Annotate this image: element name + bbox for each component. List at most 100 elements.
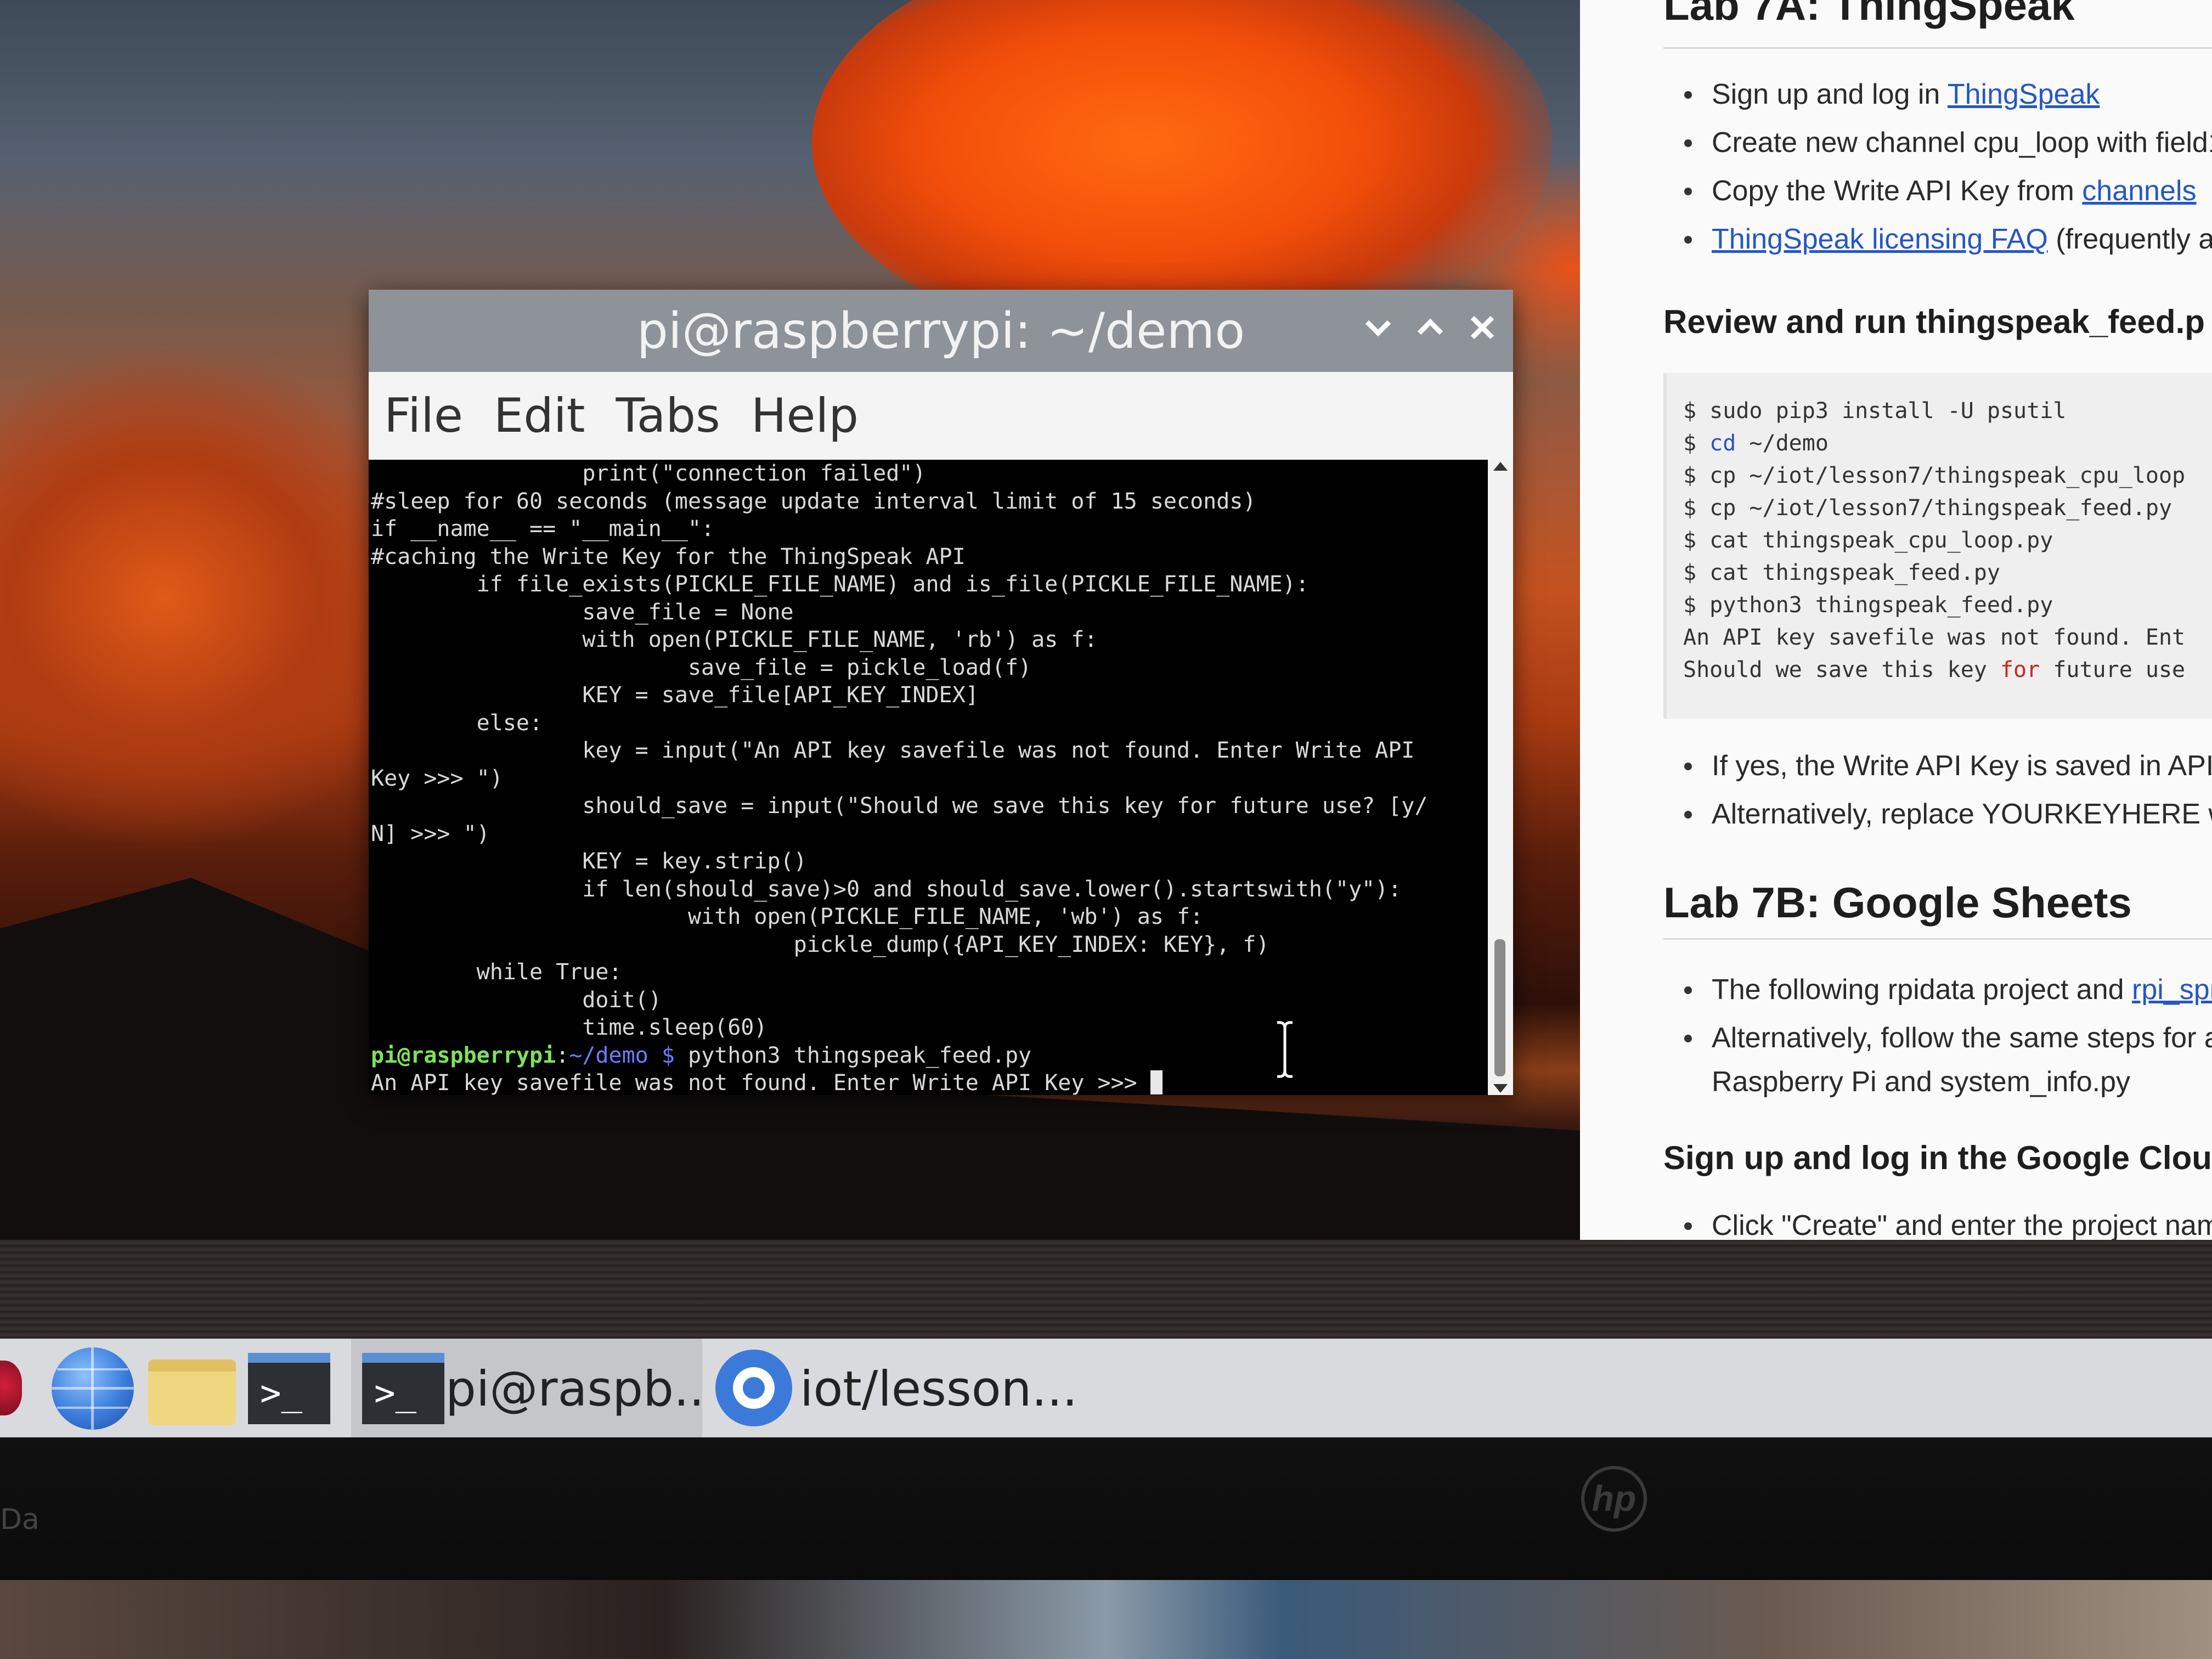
item-text: Sign up and log in xyxy=(1712,78,1948,110)
heading-lab7a: Lab 7A: ThingSpeak xyxy=(1663,0,2075,29)
taskbar-task-terminal[interactable]: >_ pi@raspb... xyxy=(351,1339,720,1437)
heading-signup-google: Sign up and log in the Google Clou xyxy=(1663,1139,2212,1176)
code-line: pickle_dump({API_KEY_INDEX: KEY}, f) xyxy=(371,932,1269,957)
menu-tabs[interactable]: Tabs xyxy=(616,388,720,443)
terminal-output[interactable]: print("connection failed") #sleep for 60… xyxy=(369,460,1488,1095)
terminal-text: print("connection failed") #sleep for 60… xyxy=(371,461,1428,1095)
chromium-icon xyxy=(715,1350,792,1426)
room-background xyxy=(0,1580,2212,1659)
terminal-window[interactable]: pi@raspberrypi: ~/demo File Edit Tabs He… xyxy=(369,290,1513,1095)
code-line: time.sleep(60) xyxy=(371,1015,768,1040)
close-icon xyxy=(1470,315,1494,340)
list-item-continuation: Raspberry Pi and system_info.py xyxy=(1712,1066,2131,1098)
list-item: Copy the Write API Key from channels xyxy=(1684,167,2212,215)
list-item: The following rpidata project and rpi_sp… xyxy=(1684,966,2212,1014)
heading-rule xyxy=(1663,47,2212,49)
heading-lab7b: Lab 7B: Google Sheets xyxy=(1663,878,2132,927)
licensing-faq-link[interactable]: ThingSpeak licensing FAQ xyxy=(1712,223,2048,255)
code-block-text: $ sudo pip3 install -U psutil $ cd ~/dem… xyxy=(1683,398,2186,682)
file-manager-icon[interactable] xyxy=(148,1359,236,1425)
review-list: If yes, the Write API Key is saved in AP… xyxy=(1684,742,2212,838)
item-text: Alternatively, follow the same steps for… xyxy=(1712,1022,2212,1054)
prompt-user-host: pi@raspberrypi xyxy=(371,1042,556,1068)
terminal-prompt-glyph: >_ xyxy=(374,1373,417,1414)
item-text: Copy the Write API Key from xyxy=(1712,175,2083,207)
terminal-icon: >_ xyxy=(362,1353,444,1424)
window-title: pi@raspberrypi: ~/demo xyxy=(636,302,1245,360)
raspberry-menu-icon[interactable] xyxy=(0,1361,22,1415)
close-button[interactable] xyxy=(1460,307,1504,351)
taskbar-task-browser[interactable]: iot/lesson... xyxy=(708,1339,1092,1437)
globe-line xyxy=(57,1407,128,1409)
taskbar: >_ >_ pi@raspb... iot/lesson... xyxy=(0,1339,2212,1437)
list-item: Sign up and log in ThingSpeak xyxy=(1684,70,2212,119)
code-line: Key >>> ") xyxy=(371,765,503,791)
chevron-down-icon xyxy=(1365,320,1391,337)
code-line: else: xyxy=(371,710,543,736)
code-line: with open(PICKLE_FILE_NAME, 'rb') as f: xyxy=(371,627,1098,652)
code-line: while True: xyxy=(371,960,622,985)
globe-line xyxy=(57,1368,128,1370)
text-cursor xyxy=(1150,1070,1163,1094)
ibeam-cursor-icon xyxy=(1277,1021,1293,1078)
output-line: An API key savefile was not found. Enter… xyxy=(371,1070,1150,1095)
scroll-down-arrow-icon[interactable] xyxy=(1493,1084,1508,1093)
task-label: iot/lesson... xyxy=(800,1361,1078,1417)
code-line: #sleep for 60 seconds (message update in… xyxy=(371,488,1256,514)
channels-link[interactable]: channels xyxy=(2082,175,2196,207)
rpi-spreadsheet-link[interactable]: rpi_sprea xyxy=(2132,974,2212,1006)
chevron-up-icon xyxy=(1417,318,1443,335)
code-line: N] >>> ") xyxy=(371,821,490,847)
code-line: KEY = save_file[API_KEY_INDEX] xyxy=(371,682,979,708)
task-label: pi@raspb... xyxy=(445,1361,720,1417)
chromium-icon-ring xyxy=(733,1367,775,1409)
bezel-label: Da xyxy=(0,1503,40,1536)
browser-content-pane[interactable]: Lab 7A: ThingSpeak Sign up and log in Th… xyxy=(1580,0,2212,1240)
monitor-bezel xyxy=(0,1437,2212,1602)
code-line: if len(should_save)>0 and should_save.lo… xyxy=(371,876,1402,902)
list-item: Alternatively, follow the same steps for… xyxy=(1684,1014,2212,1062)
scroll-thumb[interactable] xyxy=(1494,939,1505,1076)
prompt-path: ~/demo $ xyxy=(569,1042,675,1068)
list-item: If yes, the Write API Key is saved in AP… xyxy=(1684,742,2212,790)
code-line: save_file = pickle_load(f) xyxy=(371,654,1032,680)
code-line: save_file = None xyxy=(371,599,794,625)
terminal-icon[interactable]: >_ xyxy=(248,1353,330,1424)
thingspeak-link[interactable]: ThingSpeak xyxy=(1948,78,2100,110)
prompt-command: python3 thingspeak_feed.py xyxy=(674,1042,1032,1068)
web-browser-icon[interactable] xyxy=(52,1347,134,1430)
lab7a-list: Sign up and log in ThingSpeak Create new… xyxy=(1684,70,2212,263)
code-block: $ sudo pip3 install -U psutil $ cd ~/dem… xyxy=(1663,373,2212,719)
menu-help[interactable]: Help xyxy=(751,388,859,443)
terminal-titlebar[interactable]: pi@raspberrypi: ~/demo xyxy=(369,290,1513,372)
code-line: doit() xyxy=(371,987,662,1013)
item-text: (frequently ask xyxy=(2056,223,2212,255)
menu-edit[interactable]: Edit xyxy=(494,388,585,443)
lab7b-list: The following rpidata project and rpi_sp… xyxy=(1684,966,2212,1102)
code-line: with open(PICKLE_FILE_NAME, 'wb') as f: xyxy=(371,904,1204,929)
code-line: key = input("An API key savefile was not… xyxy=(371,738,1415,763)
chromium-icon-center xyxy=(743,1377,765,1399)
menu-file[interactable]: File xyxy=(384,388,463,443)
globe-line xyxy=(91,1347,94,1430)
list-item: Create new channel cpu_loop with field1 … xyxy=(1684,119,2212,167)
minimize-button[interactable] xyxy=(1356,307,1400,351)
list-item: Alternatively, replace YOURKEYHERE wit xyxy=(1684,790,2212,838)
wallpaper-water xyxy=(0,1240,2212,1339)
code-line: should_save = input("Should we save this… xyxy=(371,793,1428,819)
scroll-up-arrow-icon[interactable] xyxy=(1493,462,1508,471)
heading-rule xyxy=(1663,938,2212,940)
heading-review-run: Review and run thingspeak_feed.p xyxy=(1663,303,2205,340)
code-line: if __name__ == "__main__": xyxy=(371,516,715,541)
code-line: print("connection failed") xyxy=(371,461,926,486)
code-line: #caching the Write Key for the ThingSpea… xyxy=(371,544,966,569)
terminal-scrollbar[interactable] xyxy=(1488,460,1513,1095)
item-text: Create new channel cpu_loop with field1 … xyxy=(1712,127,2212,159)
list-item: Click "Create" and enter the project nam… xyxy=(1684,1201,2212,1240)
code-line: KEY = key.strip() xyxy=(371,849,807,874)
signup-list: Click "Create" and enter the project nam… xyxy=(1684,1201,2212,1240)
code-line: if file_exists(PICKLE_FILE_NAME) and is_… xyxy=(371,572,1309,597)
list-item: ThingSpeak licensing FAQ (frequently ask xyxy=(1684,215,2212,263)
hp-logo-icon: hp xyxy=(1581,1466,1647,1532)
maximize-button[interactable] xyxy=(1408,307,1452,351)
